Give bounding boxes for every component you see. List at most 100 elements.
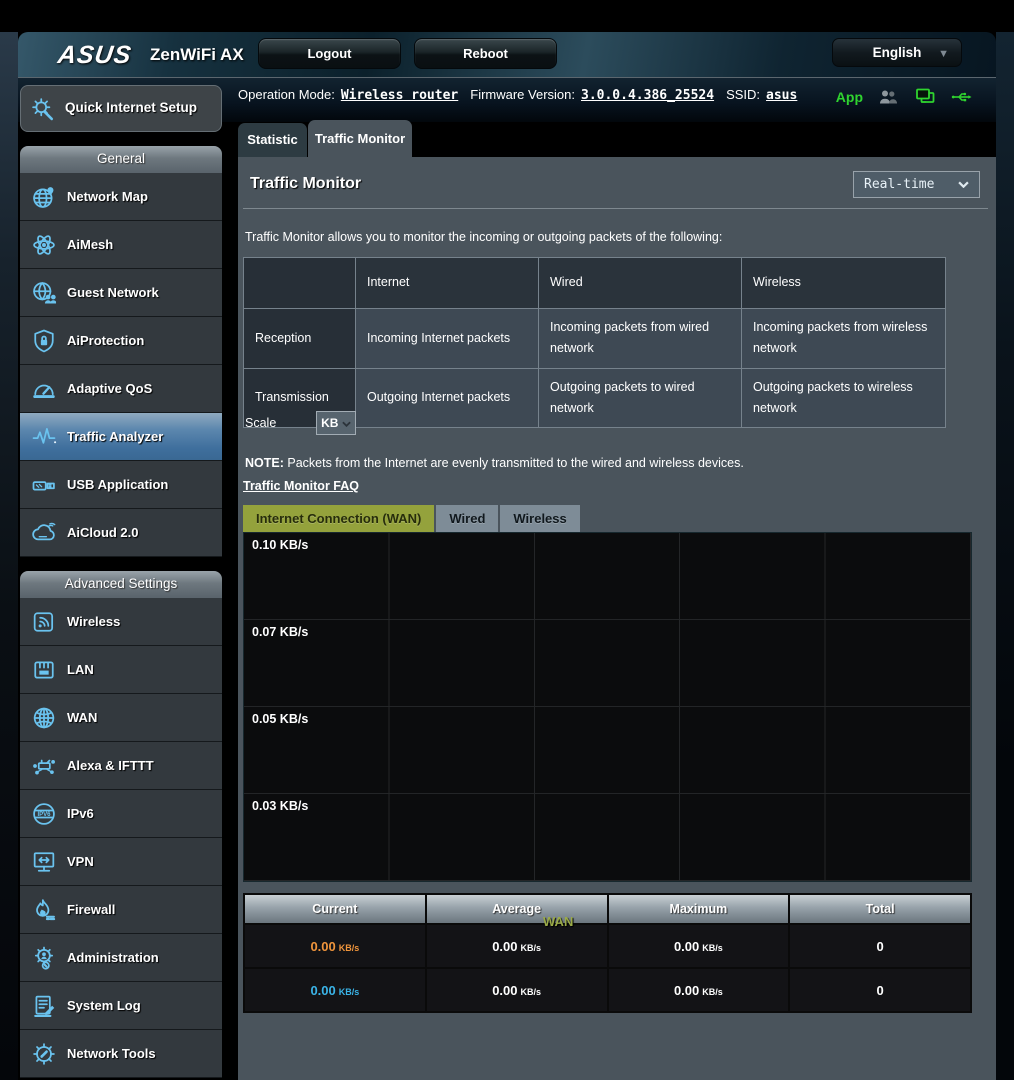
sidebar-item-label: AiProtection xyxy=(67,333,144,348)
y-axis-tick: 0.05 KB/s xyxy=(252,712,308,726)
note-label: NOTE: xyxy=(245,456,284,470)
tab-statistic[interactable]: Statistic xyxy=(238,123,307,157)
firmware-version-link[interactable]: 3.0.0.4.386_25524 xyxy=(581,88,714,103)
unit: KB/s xyxy=(521,987,542,997)
time-range-select[interactable]: Real-time xyxy=(853,171,980,198)
current-value: 0.00KB/s xyxy=(244,924,426,968)
sidebar-item-label: USB Application xyxy=(67,477,168,492)
sidebar-item-system-log[interactable]: System Log xyxy=(20,982,222,1030)
router-admin-page: ASUS ZenWiFi AX Logout Reboot English ▼ … xyxy=(0,0,1014,1080)
sidebar-item-guest-network[interactable]: Guest Network xyxy=(20,269,222,317)
table-row: Reception Incoming Internet packets Inco… xyxy=(244,309,946,369)
summary-row-transmission: 0.00KB/s 0.00KB/s 0.00KB/s 0 xyxy=(244,968,971,1012)
total-value: 0 xyxy=(789,968,971,1012)
faq-link[interactable]: Traffic Monitor FAQ xyxy=(243,479,359,493)
sidebar-item-administration[interactable]: Administration xyxy=(20,934,222,982)
transmission-wireless-cell: Outgoing packets to wireless network xyxy=(742,368,946,428)
chevron-down-icon xyxy=(958,177,969,192)
sidebar-item-aiprotection[interactable]: AiProtection xyxy=(20,317,222,365)
traffic-chart: 0.10 KB/s 0.07 KB/s 0.05 KB/s 0.03 KB/s xyxy=(243,532,972,882)
scale-value: KB xyxy=(321,416,338,430)
status-text: Operation Mode:Wireless routerFirmware V… xyxy=(238,87,797,103)
chart-tab-wireless[interactable]: Wireless xyxy=(500,505,579,532)
chart-wan-label: WAN xyxy=(543,914,573,929)
devices-icon[interactable] xyxy=(913,85,937,109)
internet-header: Internet xyxy=(356,258,539,309)
network-tools-icon xyxy=(30,1040,58,1068)
status-icons: App xyxy=(836,85,974,109)
reboot-button[interactable]: Reboot xyxy=(414,38,557,69)
sidebar-item-quick-internet-setup[interactable]: Quick Internet Setup xyxy=(20,85,222,132)
sidebar-item-ipv6[interactable]: IPV6 IPv6 xyxy=(20,790,222,838)
sidebar-item-label: AiCloud 2.0 xyxy=(67,525,139,540)
clients-icon[interactable] xyxy=(876,85,900,109)
sidebar-item-wan[interactable]: WAN xyxy=(20,694,222,742)
average-value: 0.00 KB/s xyxy=(426,968,608,1012)
current-value: 0.00KB/s xyxy=(244,968,426,1012)
ssid-link[interactable]: asus xyxy=(766,88,797,103)
y-axis-tick: 0.03 KB/s xyxy=(252,799,308,813)
sidebar-item-label: LAN xyxy=(67,662,94,677)
scale-select[interactable]: KB xyxy=(316,411,356,435)
svg-text:IPV6: IPV6 xyxy=(37,812,51,818)
chart-tab-wired[interactable]: Wired xyxy=(436,505,498,532)
sidebar-item-label: Administration xyxy=(67,950,159,965)
sidebar-item-label: Wireless xyxy=(67,614,120,629)
guest-network-icon xyxy=(30,279,58,307)
sidebar-item-aicloud[interactable]: AiCloud 2.0 xyxy=(20,509,222,557)
sidebar-section-advanced: Advanced Settings xyxy=(20,571,222,598)
sidebar-item-usb-application[interactable]: USB Application xyxy=(20,461,222,509)
left-edge-decoration xyxy=(0,32,18,1080)
logout-button[interactable]: Logout xyxy=(258,38,401,69)
app-link[interactable]: App xyxy=(836,89,863,105)
sidebar-item-label: VPN xyxy=(67,854,94,869)
sidebar-item-firewall[interactable]: Firewall xyxy=(20,886,222,934)
maximum-header: Maximum xyxy=(608,894,790,924)
top-banner: ASUS ZenWiFi AX Logout Reboot English ▼ xyxy=(18,32,996,78)
y-axis-tick: 0.07 KB/s xyxy=(252,625,308,639)
value: 0.00 xyxy=(492,983,517,998)
usb-application-icon xyxy=(30,471,58,499)
aiprotection-icon xyxy=(30,327,58,355)
empty-header-cell xyxy=(244,258,356,309)
sidebar-item-network-map[interactable]: Network Map xyxy=(20,173,222,221)
sidebar-item-traffic-analyzer[interactable]: Traffic Analyzer xyxy=(20,413,222,461)
sidebar-item-label: Traffic Analyzer xyxy=(67,429,163,444)
alexa-ifttt-icon xyxy=(30,752,58,780)
aicloud-icon xyxy=(30,519,58,547)
network-map-icon xyxy=(30,183,58,211)
chart-tab-wan[interactable]: Internet Connection (WAN) xyxy=(243,505,434,532)
sidebar-item-wireless[interactable]: Wireless xyxy=(20,598,222,646)
sidebar-item-lan[interactable]: LAN xyxy=(20,646,222,694)
sidebar-item-label: WAN xyxy=(67,710,97,725)
unit: KB/s xyxy=(339,987,360,997)
sidebar-item-aimesh[interactable]: AiMesh xyxy=(20,221,222,269)
main-panel: Traffic Monitor Real-time Traffic Monito… xyxy=(238,157,996,1080)
operation-mode-link[interactable]: Wireless router xyxy=(341,88,458,103)
traffic-info-table: Internet Wired Wireless Reception Incomi… xyxy=(243,257,946,428)
sidebar-item-adaptive-qos[interactable]: Adaptive QoS xyxy=(20,365,222,413)
sidebar-item-label: Network Map xyxy=(67,189,148,204)
reception-wired-cell: Incoming packets from wired network xyxy=(539,309,742,369)
note-text: NOTE: Packets from the Internet are even… xyxy=(245,456,744,470)
firmware-label: Firmware Version: xyxy=(470,87,575,102)
tab-traffic-monitor[interactable]: Traffic Monitor xyxy=(308,120,412,157)
caret-down-icon: ▼ xyxy=(938,48,949,60)
average-header: Average xyxy=(426,894,608,924)
wireless-icon xyxy=(30,608,58,636)
transmission-internet-cell: Outgoing Internet packets xyxy=(356,368,539,428)
sidebar-item-alexa-ifttt[interactable]: Alexa & IFTTT xyxy=(20,742,222,790)
ssid-label: SSID: xyxy=(726,87,760,102)
sidebar-item-vpn[interactable]: VPN xyxy=(20,838,222,886)
sidebar-item-network-tools[interactable]: Network Tools xyxy=(20,1030,222,1078)
wan-icon xyxy=(30,704,58,732)
sidebar-item-label: Quick Internet Setup xyxy=(65,100,197,117)
language-select[interactable]: English ▼ xyxy=(832,38,962,67)
value: 0.00 xyxy=(310,939,335,954)
usb-icon[interactable] xyxy=(950,85,974,109)
y-axis-tick: 0.10 KB/s xyxy=(252,538,308,552)
reception-wireless-cell: Incoming packets from wireless network xyxy=(742,309,946,369)
total-value: 0 xyxy=(789,924,971,968)
wireless-header: Wireless xyxy=(742,258,946,309)
table-header-row: Internet Wired Wireless xyxy=(244,258,946,309)
